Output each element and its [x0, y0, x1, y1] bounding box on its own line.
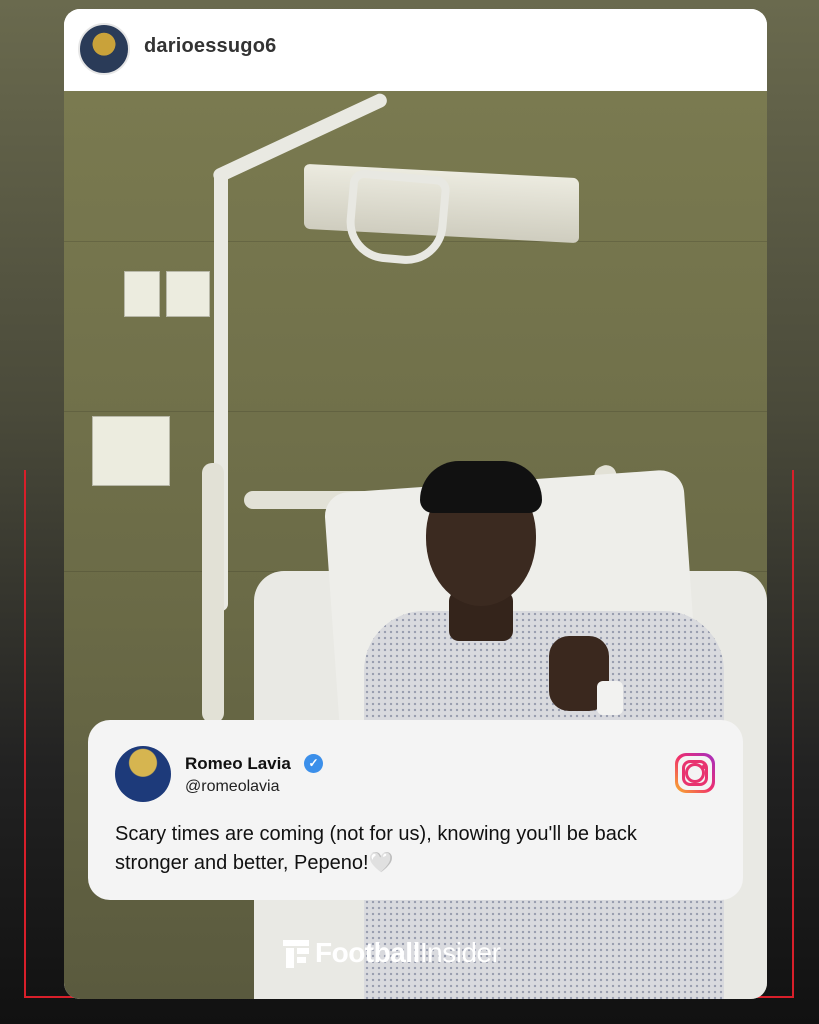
footballinsider-brand: Football Insider [283, 933, 501, 973]
footballinsider-logo-icon [283, 938, 309, 968]
profile-avatar[interactable] [78, 23, 130, 75]
verified-badge-icon: ✓ [304, 754, 323, 773]
oxygen-regulator [166, 271, 210, 317]
wall-outlet [124, 271, 160, 317]
wall-panel [92, 416, 170, 486]
commenter-handle[interactable]: @romeolavia [185, 778, 280, 796]
commenter-avatar[interactable] [115, 746, 171, 802]
comment-card: Romeo Lavia ✓ @romeolavia Scary times ar… [88, 720, 743, 900]
post-header: darioessugo6 [64, 9, 767, 91]
bed-rail-left [202, 463, 224, 723]
person-hair [420, 461, 542, 513]
comment-text: Scary times are coming (not for us), kno… [115, 823, 637, 874]
commenter-name[interactable]: Romeo Lavia [185, 754, 291, 774]
instagram-icon[interactable] [675, 753, 715, 793]
brand-name-regular: Insider [419, 937, 501, 968]
brand-name-bold: Football [315, 937, 420, 968]
trapeze-handle [343, 168, 451, 268]
wrist-band [597, 681, 623, 715]
post-username[interactable]: darioessugo6 [144, 35, 276, 58]
